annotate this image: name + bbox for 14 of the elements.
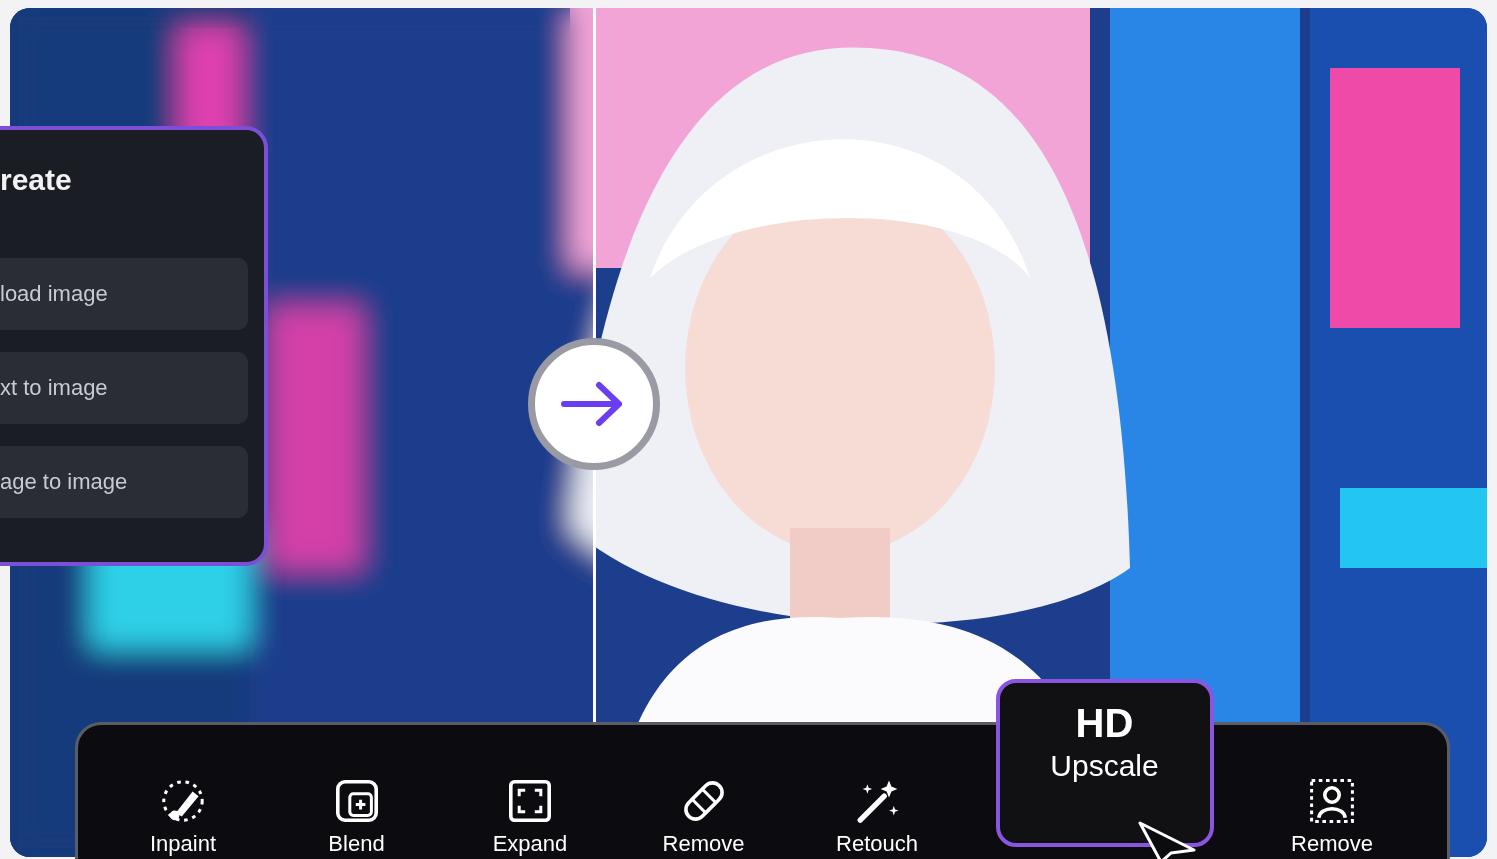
person-frame-icon (1308, 777, 1356, 825)
menu-item[interactable]: load image (0, 258, 248, 330)
frame-corners-icon (506, 777, 554, 825)
menu-item[interactable]: xt to image (0, 352, 248, 424)
tool-button[interactable]: Expand (475, 749, 585, 857)
menu-item[interactable]: age to image (0, 446, 248, 518)
tool-button[interactable]: Inpaint (128, 749, 238, 857)
tool-button[interactable]: HD Upscale (995, 679, 1214, 847)
menu-title: reate (0, 162, 73, 198)
tool-button[interactable]: Blend (301, 749, 412, 857)
tool-button[interactable]: Retouch (822, 749, 932, 857)
tool-button[interactable]: Remove (648, 749, 759, 857)
brush-icon (159, 777, 207, 825)
tool-button[interactable]: Remove (1277, 749, 1387, 857)
